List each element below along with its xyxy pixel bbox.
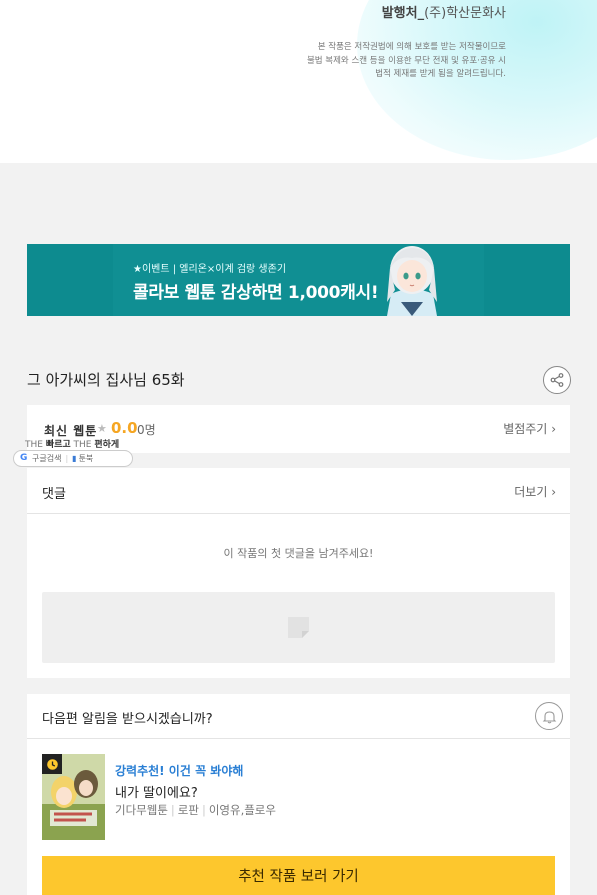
notify-question: 다음편 알림을 받으시겠습니까? [42, 712, 213, 727]
rate-button[interactable]: 별점주기 › [503, 420, 556, 437]
chevron-right-icon: › [551, 485, 556, 499]
author-label: 이영유,플로우 [208, 803, 276, 817]
pill-right-text: 툰북 [78, 454, 94, 463]
recommend-meta: 기다무웹툰 | 로판 | 이영유,플로우 [115, 802, 276, 818]
tag-prefix: THE [25, 440, 46, 450]
rating-count: 0명 [137, 423, 156, 437]
comment-input[interactable] [42, 592, 555, 663]
divider: | [65, 454, 69, 463]
share-icon [550, 373, 564, 387]
genre-label: 기다무웹툰 [115, 803, 168, 817]
note-icon [288, 617, 309, 638]
divider [27, 513, 570, 514]
recommend-headline: 강력추천! 이건 꼭 봐야해 [115, 764, 244, 778]
copyright-notice: 본 작품은 저작권법에 의해 보호를 받는 저작물이므로 불법 복제와 스캔 등… [307, 41, 506, 82]
view-recommendation-button[interactable]: 추천 작품 보러 가기 [42, 856, 555, 895]
recommend-title[interactable]: 내가 딸이에요? [115, 782, 198, 801]
more-comments-button[interactable]: 더보기 › [514, 483, 556, 500]
divider [27, 738, 570, 739]
pill-left-text: 구글검색 [32, 454, 62, 463]
copyright-line: 법적 제재를 받게 됨을 알려드립니다. [375, 69, 506, 79]
more-label: 더보기 [514, 485, 548, 499]
empty-comments-message: 이 작품의 첫 댓글을 남겨주세요! [223, 547, 374, 560]
copyright-line: 본 작품은 저작권법에 의해 보호를 받는 저작물이므로 [317, 42, 506, 52]
star-icon: ★ [97, 422, 107, 435]
notification-section: 다음편 알림을 받으시겠습니까? 강력추천! 이건 꼭 봐야해 내가 딸이에요? [27, 694, 570, 895]
event-banner[interactable]: ★이벤트 | 엘리온×이계 검랑 생존기 콜라보 웹툰 감상하면 1,000캐시… [27, 244, 570, 316]
tag-word: 편하게 [94, 440, 120, 450]
rating-score: 0.0 [111, 419, 138, 437]
banner-subtitle: ★이벤트 | 엘리온×이계 검랑 생존기 [133, 264, 287, 275]
bell-icon [542, 710, 556, 723]
search-pill[interactable]: G 구글검색 | ▮ 툰북 [13, 450, 133, 467]
book-icon: ▮ [72, 454, 77, 463]
banner-character-illustration [387, 246, 437, 316]
rate-label: 별점주기 [503, 422, 548, 436]
comments-section: 댓글 더보기 › 이 작품의 첫 댓글을 남겨주세요! [27, 468, 570, 678]
tag-word: 빠르고 [45, 440, 71, 450]
recommend-thumbnail[interactable] [42, 754, 105, 840]
publisher-name: (주)학산문화사 [424, 6, 506, 21]
banner-headline: 콜라보 웹툰 감상하면 1,000캐시! [133, 283, 379, 303]
comments-heading: 댓글 [42, 487, 66, 502]
divider: | [170, 803, 175, 817]
publisher-info: 발행처_(주)학산문화사 [382, 2, 506, 21]
share-button[interactable] [543, 366, 571, 394]
copyright-line: 불법 복제와 스캔 등을 이용한 무단 전재 및 유포·공유 시 [306, 55, 506, 66]
publisher-section: 발행처_(주)학산문화사 본 작품은 저작권법에 의해 보호를 받는 저작물이므… [0, 0, 597, 163]
episode-title: 그 아가씨의 집사님 65화 [27, 371, 185, 389]
tag-prefix: THE [70, 440, 95, 450]
chevron-right-icon: › [551, 422, 556, 436]
divider: | [201, 803, 206, 817]
notify-bell-button[interactable] [535, 702, 563, 730]
clock-icon [42, 754, 62, 774]
google-icon: G [20, 453, 28, 463]
genre-label: 로판 [177, 803, 199, 817]
overlay-tagline: THE 빠르고 THE 편하게 [25, 437, 119, 450]
publisher-label: 발행처_ [381, 6, 425, 21]
